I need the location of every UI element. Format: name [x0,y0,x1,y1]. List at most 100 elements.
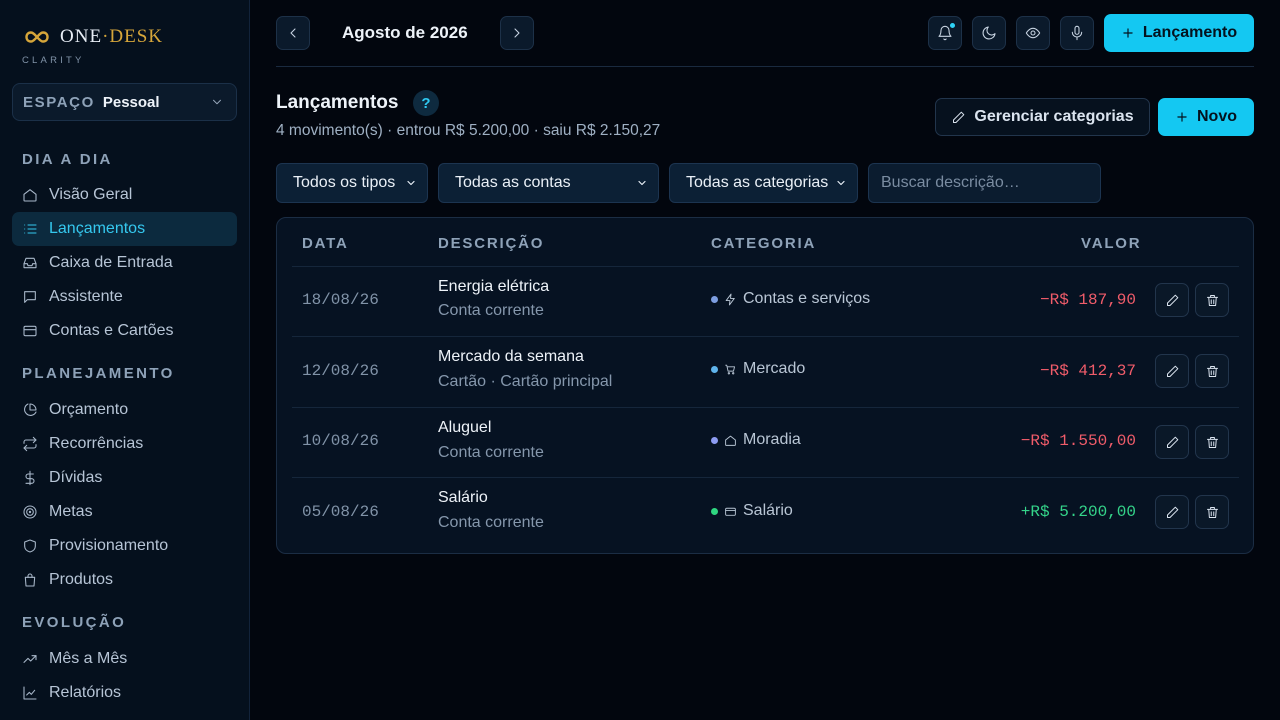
sidebar-item-label: Assistente [49,288,123,305]
category-label: Salário [743,502,793,519]
pencil-icon [1165,435,1180,450]
section-evolucao: EVOLUÇÃO [22,614,127,631]
current-month: Agosto de 2026 [342,23,468,42]
sidebar-item-label: Dívidas [49,469,103,486]
section-dia-a-dia: DIA A DIA [22,151,113,168]
sidebar-item-dividas[interactable]: Dívidas [12,461,237,495]
category-dot [711,295,718,303]
cart-icon [724,363,737,376]
sidebar-item-relatorios[interactable]: Relatórios [12,676,237,710]
sidebar-item-caixa-de-entrada[interactable]: Caixa de Entrada [12,246,237,280]
delete-button[interactable] [1195,495,1229,529]
wallet-icon [724,505,737,518]
list-icon [22,221,38,237]
moon-icon [981,25,997,41]
delete-button[interactable] [1195,425,1229,459]
type-filter-value: Todos os tipos [293,174,396,191]
space-label: ESPAÇO [23,93,95,111]
new-entry-button[interactable]: Lançamento [1104,14,1254,52]
row-amount: −R$ 412,37 [1039,362,1136,380]
account-filter-value: Todas as contas [455,174,571,191]
account-filter-select[interactable]: Todas as contas [438,163,659,203]
chat-icon [22,289,38,305]
edit-button[interactable] [1155,354,1189,388]
chevron-left-icon [285,25,301,41]
theme-toggle-button[interactable] [972,16,1006,50]
row-account: Conta corrente [438,444,544,461]
trend-icon [22,651,38,667]
category-filter-select[interactable]: Todas as categorias [669,163,858,203]
row-description: Mercado da semana [438,348,584,365]
category-filter-value: Todas as categorias [686,174,829,191]
new-button[interactable]: Novo [1158,98,1254,136]
entries-table: DATA DESCRIÇÃO CATEGORIA VALOR 18/08/26 … [276,217,1254,554]
prev-month-button[interactable] [276,16,310,50]
sidebar-item-visao-geral[interactable]: Visão Geral [12,178,237,212]
sidebar-item-contas-e-cartoes[interactable]: Contas e Cartões [12,314,237,348]
sidebar-item-assistente[interactable]: Assistente [12,280,237,314]
voice-input-button[interactable] [1060,16,1094,50]
manage-categories-label: Gerenciar categorias [974,108,1134,125]
help-button[interactable]: ? [413,90,439,116]
trash-icon [1205,435,1220,450]
sidebar-item-label: Contas e Cartões [49,322,174,339]
chevron-down-icon [405,177,417,189]
repeat-icon [22,436,38,452]
brand-logo[interactable]: ONE·DESK [24,26,163,48]
type-filter-select[interactable]: Todos os tipos [276,163,428,203]
sidebar-item-label: Lançamentos [49,220,146,237]
column-header-date[interactable]: DATA [302,235,349,252]
chart-icon [22,685,38,701]
row-category: Contas e serviços [711,290,870,308]
pie-icon [22,402,38,418]
sidebar-item-label: Metas [49,503,93,520]
trash-icon [1205,293,1220,308]
bag-icon [22,572,38,588]
sidebar-item-mes-a-mes[interactable]: Mês a Mês [12,642,237,676]
home-icon [22,187,38,203]
category-label: Moradia [743,431,801,448]
edit-button[interactable] [1155,425,1189,459]
edit-button[interactable] [1155,283,1189,317]
delete-button[interactable] [1195,354,1229,388]
row-account: Conta corrente [438,514,544,531]
row-description: Energia elétrica [438,278,550,295]
row-category: Moradia [711,431,801,449]
chevron-right-icon [509,25,525,41]
sidebar-item-label: Mês a Mês [49,650,128,667]
chevron-down-icon [210,95,224,109]
sidebar-item-provisionamento[interactable]: Provisionamento [12,529,237,563]
bolt-icon [724,293,737,306]
brand-subtitle: CLARITY [22,55,85,66]
category-label: Mercado [743,360,806,377]
sidebar-item-recorrencias[interactable]: Recorrências [12,427,237,461]
sidebar-item-label: Orçamento [49,401,129,418]
row-divider [292,336,1239,337]
search-input[interactable] [868,163,1101,203]
section-planejamento: PLANEJAMENTO [22,365,175,382]
sidebar-item-label: Produtos [49,571,114,588]
sidebar-item-label: Provisionamento [49,537,169,554]
column-header-value[interactable]: VALOR [1081,235,1141,252]
row-amount: −R$ 187,90 [1039,291,1136,309]
page-title: Lançamentos [276,92,399,113]
column-header-category[interactable]: CATEGORIA [711,235,816,252]
sidebar-item-orcamento[interactable]: Orçamento [12,393,237,427]
header-divider [292,266,1239,267]
sidebar-item-label: Relatórios [49,684,122,701]
notifications-button[interactable] [928,16,962,50]
next-month-button[interactable] [500,16,534,50]
column-header-description[interactable]: DESCRIÇÃO [438,235,544,252]
sidebar-item-label: Caixa de Entrada [49,254,173,271]
trash-icon [1205,505,1220,520]
space-value: Pessoal [102,93,160,111]
delete-button[interactable] [1195,283,1229,317]
sidebar-item-lancamentos[interactable]: Lançamentos [12,212,237,246]
edit-button[interactable] [1155,495,1189,529]
sidebar-item-metas[interactable]: Metas [12,495,237,529]
space-selector[interactable]: ESPAÇO Pessoal [12,83,237,121]
manage-categories-button[interactable]: Gerenciar categorias [935,98,1150,136]
row-date: 05/08/26 [302,503,379,521]
sidebar-item-produtos[interactable]: Produtos [12,563,237,597]
privacy-toggle-button[interactable] [1016,16,1050,50]
